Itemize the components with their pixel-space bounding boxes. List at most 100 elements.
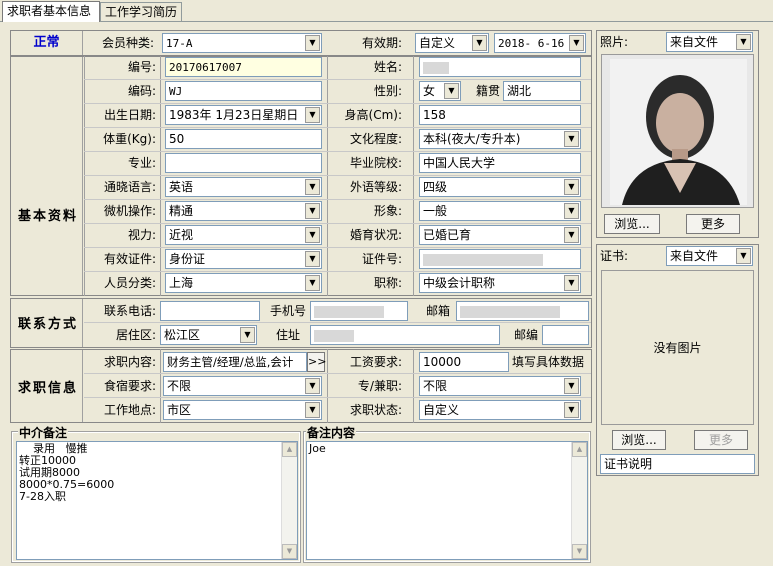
computer-skill-select[interactable]: 精通 ▼ — [165, 201, 322, 221]
foreign-level-label: 外语等级: — [349, 180, 402, 194]
photo-browse-button[interactable]: 浏览... — [604, 214, 660, 234]
chevron-down-icon[interactable]: ▼ — [736, 248, 751, 264]
scroll-down-icon[interactable]: ▼ — [282, 544, 297, 559]
chevron-down-icon[interactable]: ▼ — [564, 378, 579, 394]
chevron-down-icon[interactable]: ▼ — [305, 402, 320, 418]
chevron-down-icon[interactable]: ▼ — [305, 35, 320, 51]
district-label: 居住区: — [115, 328, 156, 342]
job-content-expand-button[interactable]: >> — [307, 352, 326, 372]
chevron-down-icon[interactable]: ▼ — [564, 179, 579, 195]
chevron-down-icon[interactable]: ▼ — [472, 35, 487, 51]
remark-textarea[interactable]: Joe ▲ ▼ — [306, 441, 588, 560]
chevron-down-icon[interactable]: ▼ — [564, 203, 579, 219]
member-type-select[interactable]: 17-A ▼ — [162, 33, 322, 53]
email-field[interactable] — [456, 301, 589, 321]
scrollbar[interactable]: ▲ ▼ — [281, 442, 297, 559]
id-type-select[interactable]: 身份证 ▼ — [165, 249, 322, 269]
board-select[interactable]: 不限 ▼ — [163, 376, 322, 396]
id-number-label: 证件号: — [361, 252, 402, 266]
photo-image — [601, 54, 754, 208]
appearance-label: 形象: — [373, 204, 402, 218]
education-label: 文化程度: — [349, 132, 402, 146]
job-status-select[interactable]: 自定义 ▼ — [419, 400, 581, 420]
chevron-down-icon[interactable]: ▼ — [305, 203, 320, 219]
appearance-select[interactable]: 一般 ▼ — [419, 201, 581, 221]
salary-hint: 填写具体数据 — [512, 355, 585, 369]
contact-title: 联系方式 — [18, 317, 79, 332]
photo-more-button[interactable]: 更多 — [686, 214, 740, 234]
job-title: 求职信息 — [18, 381, 79, 396]
postcode-field[interactable] — [542, 325, 589, 345]
grid-line — [327, 56, 328, 296]
job-status-label: 求职状态: — [349, 403, 402, 417]
chevron-down-icon[interactable]: ▼ — [305, 107, 320, 123]
chevron-down-icon[interactable]: ▼ — [444, 83, 459, 99]
chevron-down-icon[interactable]: ▼ — [569, 35, 584, 51]
scroll-up-icon[interactable]: ▲ — [572, 442, 587, 457]
chevron-down-icon[interactable]: ▼ — [305, 275, 320, 291]
validity-type-select[interactable]: 自定义 ▼ — [415, 33, 489, 53]
marital-label: 婚育状况: — [349, 228, 402, 242]
parttime-label: 专/兼职: — [357, 379, 402, 393]
chevron-down-icon[interactable]: ▼ — [564, 402, 579, 418]
scroll-up-icon[interactable]: ▲ — [282, 442, 297, 457]
tab-work-history[interactable]: 工作学习简历 — [100, 2, 182, 22]
member-type-label: 会员种类: — [101, 36, 154, 50]
parttime-select[interactable]: 不限 ▼ — [419, 376, 581, 396]
category-select[interactable]: 上海 ▼ — [165, 273, 322, 293]
photo-label: 照片: — [600, 35, 629, 49]
scrollbar[interactable]: ▲ ▼ — [571, 442, 587, 559]
certificate-browse-button[interactable]: 浏览... — [612, 430, 666, 450]
workplace-select[interactable]: 市区 ▼ — [163, 400, 322, 420]
certificate-more-button: 更多 — [694, 430, 748, 450]
certificate-caption-field[interactable]: 证书说明 — [600, 454, 755, 474]
chevron-down-icon[interactable]: ▼ — [305, 378, 320, 394]
weight-field[interactable]: 50 — [165, 129, 322, 149]
code-field[interactable]: WJ — [165, 81, 322, 101]
remark-title: 备注内容 — [306, 424, 357, 441]
id-number-field[interactable] — [419, 249, 581, 269]
education-select[interactable]: 本科(夜大/专升本) ▼ — [419, 129, 581, 149]
chevron-down-icon[interactable]: ▼ — [564, 275, 579, 291]
height-field[interactable]: 158 — [419, 105, 581, 125]
chevron-down-icon[interactable]: ▼ — [564, 131, 579, 147]
tab-basic-info[interactable]: 求职者基本信息 — [2, 1, 100, 22]
no-image-text: 没有图片 — [653, 341, 702, 355]
agency-note-textarea[interactable]: 录用 慢推 转正10000 试用期8000 8000*0.75=6000 7-2… — [16, 441, 298, 560]
language-select[interactable]: 英语 ▼ — [165, 177, 322, 197]
chevron-down-icon[interactable]: ▼ — [736, 34, 751, 50]
foreign-level-select[interactable]: 四级 ▼ — [419, 177, 581, 197]
mobile-field[interactable] — [310, 301, 408, 321]
job-title-select[interactable]: 中级会计职称 ▼ — [419, 273, 581, 293]
status-label: 正常 — [11, 31, 83, 55]
chevron-down-icon[interactable]: ▼ — [564, 227, 579, 243]
chevron-down-icon[interactable]: ▼ — [305, 179, 320, 195]
chevron-down-icon[interactable]: ▼ — [305, 227, 320, 243]
name-field[interactable] — [419, 57, 581, 77]
chevron-down-icon[interactable]: ▼ — [305, 251, 320, 267]
certificate-source-select[interactable]: 来自文件 ▼ — [666, 246, 753, 266]
basic-info-title: 基本资料 — [18, 209, 79, 224]
phone-field[interactable] — [160, 301, 260, 321]
chevron-down-icon[interactable]: ▼ — [240, 327, 255, 343]
address-field[interactable] — [310, 325, 500, 345]
grid-line — [160, 56, 161, 296]
marital-select[interactable]: 已婚已育 ▼ — [419, 225, 581, 245]
major-field[interactable] — [165, 153, 322, 173]
validity-label: 有效期: — [361, 36, 402, 50]
scroll-down-icon[interactable]: ▼ — [572, 544, 587, 559]
validity-date-picker[interactable]: 2018- 6-16 ▼ — [494, 33, 586, 53]
birth-date-picker[interactable]: 1983年 1月23日星期日 ▼ — [165, 105, 322, 125]
gender-select[interactable]: 女 ▼ — [419, 81, 461, 101]
job-content-field[interactable]: 财务主管/经理/总监,会计 — [163, 352, 307, 372]
number-field[interactable]: 20170617007 — [165, 57, 322, 77]
salary-field[interactable]: 10000 — [419, 352, 509, 372]
certificate-label: 证书: — [600, 249, 629, 263]
photo-source-select[interactable]: 来自文件 ▼ — [666, 32, 753, 52]
native-place-field[interactable]: 湖北 — [503, 81, 581, 101]
job-title-label: 职称: — [373, 276, 402, 290]
district-select[interactable]: 松江区 ▼ — [160, 325, 257, 345]
grid-line — [413, 56, 414, 296]
vision-select[interactable]: 近视 ▼ — [165, 225, 322, 245]
school-field[interactable]: 中国人民大学 — [419, 153, 581, 173]
